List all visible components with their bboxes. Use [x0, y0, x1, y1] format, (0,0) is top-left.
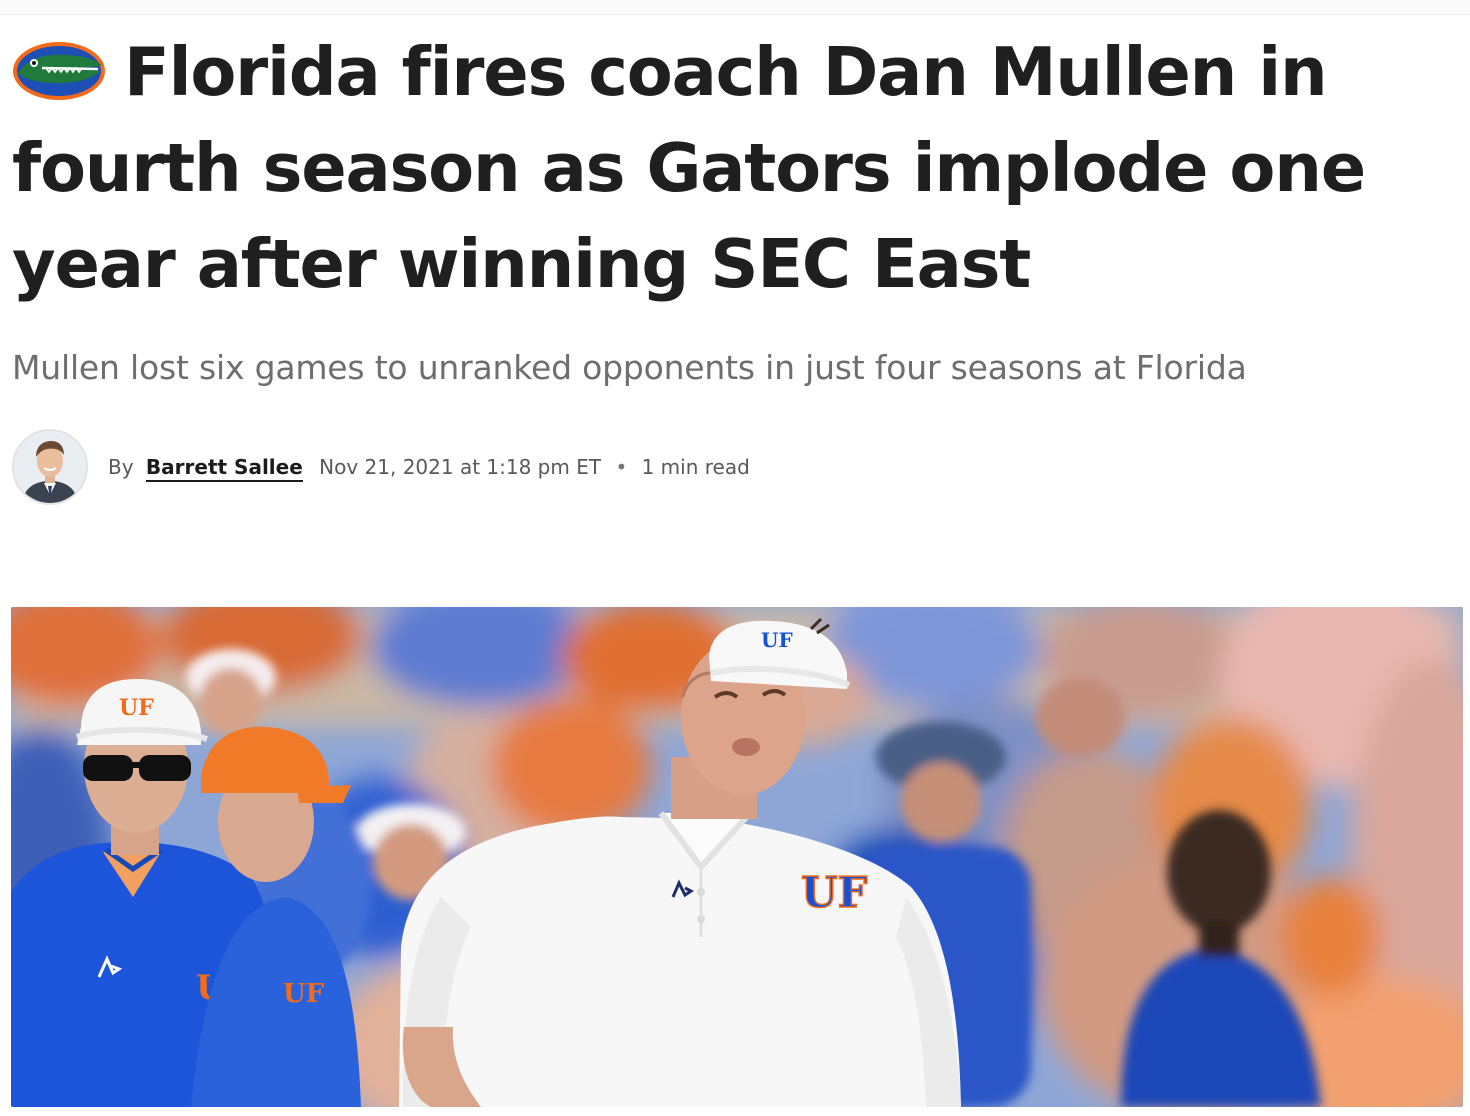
byline-text: By Barrett Sallee Nov 21, 2021 at 1:18 p…: [108, 455, 750, 482]
author-avatar[interactable]: [12, 429, 88, 505]
hero-image[interactable]: UF UF UF UF: [11, 607, 1463, 1107]
shirt-logo-orange-cap: UF: [283, 979, 325, 1009]
top-border: [0, 0, 1470, 15]
article-headline: Florida fires coach Dan Mullen in fourth…: [12, 24, 1452, 312]
shirt-logo-main: UF: [801, 868, 868, 917]
publish-date: Nov 21, 2021 at 1:18 pm ET: [319, 455, 602, 479]
byline-separator: •: [615, 455, 628, 479]
visor-logo-left: UF: [119, 695, 154, 721]
read-time: 1 min read: [641, 455, 750, 479]
florida-gators-logo-icon[interactable]: [12, 41, 106, 101]
visor-logo-main: UF: [761, 628, 793, 652]
article-subtitle: Mullen lost six games to unranked oppone…: [12, 348, 1247, 387]
headline-text: Florida fires coach Dan Mullen in fourth…: [12, 33, 1366, 303]
author-link[interactable]: Barrett Sallee: [145, 455, 303, 482]
byline-prefix: By: [108, 455, 134, 479]
byline: By Barrett Sallee Nov 21, 2021 at 1:18 p…: [12, 428, 1112, 506]
